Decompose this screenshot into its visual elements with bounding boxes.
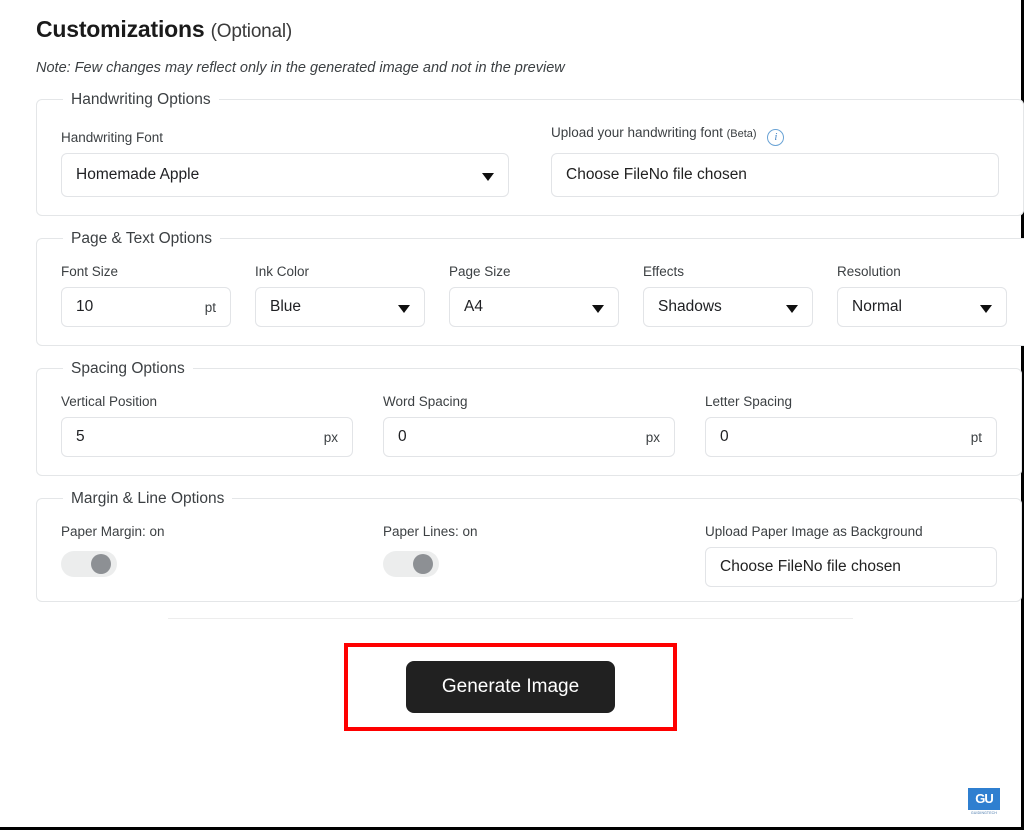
handwriting-font-field: Handwriting Font Homemade Apple [61,129,509,197]
page-text-options-section: Page & Text Options Font Size 10 pt Ink … [36,229,1024,346]
beta-badge: (Beta) [726,128,757,140]
word-spacing-input[interactable]: 0 px [383,417,675,457]
handwriting-font-value: Homemade Apple [76,166,200,183]
page-size-value: A4 [464,298,483,315]
effects-value: Shadows [658,298,722,315]
generate-image-highlight: Generate Image [343,643,678,731]
paper-background-file-input[interactable]: Choose FileNo file chosen [705,547,997,587]
footer-divider [168,618,853,619]
watermark-mark: GU [968,787,1000,810]
vertical-position-input[interactable]: 5 px [61,417,353,457]
letter-spacing-label: Letter Spacing [705,394,793,409]
ink-color-label: Ink Color [255,264,310,279]
handwriting-font-file-value: Choose FileNo file chosen [566,166,747,183]
effects-field: Effects Shadows [643,263,813,327]
resolution-select[interactable]: Normal [837,287,1007,327]
page-text-options-legend: Page & Text Options [63,229,221,248]
font-size-unit: pt [204,299,216,315]
paper-background-label: Upload Paper Image as Background [705,524,923,539]
page-title: Customizations (Optional) [28,14,993,47]
paper-lines-field: Paper Lines: on [383,523,675,577]
customizations-panel: Customizations (Optional) Note: Few chan… [0,0,1024,827]
margin-line-options-section: Margin & Line Options Paper Margin: on P… [36,489,1022,602]
word-spacing-label: Word Spacing [383,394,468,409]
resolution-value: Normal [852,298,902,315]
chevron-down-icon [482,173,494,181]
spacing-options-section: Spacing Options Vertical Position 5 px W… [36,359,1022,476]
spacing-options-legend: Spacing Options [63,359,193,378]
font-size-value: 10 [76,298,94,315]
resolution-field: Resolution Normal [837,263,1007,327]
vertical-position-unit: px [323,429,338,445]
watermark-logo: GU GUIDINGTECH [966,786,1002,816]
ink-color-value: Blue [270,298,302,315]
info-icon[interactable]: i [767,129,785,146]
chevron-down-icon [786,305,798,313]
note-text: Note: Few changes may reflect only in th… [36,60,565,76]
handwriting-font-file-input[interactable]: Choose FileNo file chosen [551,153,999,197]
resolution-label: Resolution [837,264,901,279]
word-spacing-field: Word Spacing 0 px [383,393,675,457]
handwriting-options-section: Handwriting Options Handwriting Font Hom… [36,90,1024,216]
paper-lines-label: Paper Lines: on [383,524,478,539]
watermark-mark-text: GU [975,791,993,806]
handwriting-upload-label-text: Upload your handwriting font [551,125,723,140]
chevron-down-icon [592,305,604,313]
letter-spacing-field: Letter Spacing 0 pt [705,393,997,457]
paper-margin-field: Paper Margin: on [61,523,353,577]
word-spacing-unit: px [645,429,660,445]
ink-color-field: Ink Color Blue [255,263,425,327]
paper-background-file-value: Choose FileNo file chosen [720,558,901,575]
footer: Generate Image [28,643,993,731]
page-size-select[interactable]: A4 [449,287,619,327]
vertical-position-value: 5 [76,428,85,445]
letter-spacing-unit: pt [970,429,982,445]
generate-image-button[interactable]: Generate Image [405,661,616,713]
chevron-down-icon [398,305,410,313]
page-size-field: Page Size A4 [449,263,619,327]
paper-background-field: Upload Paper Image as Background Choose … [705,523,997,587]
chevron-down-icon [980,305,992,313]
effects-select[interactable]: Shadows [643,287,813,327]
handwriting-upload-label: Upload your handwriting font (Beta) i [551,124,999,146]
paper-margin-toggle[interactable] [61,551,117,577]
margin-line-options-legend: Margin & Line Options [63,489,233,508]
toggle-knob [413,554,433,574]
word-spacing-value: 0 [398,428,407,445]
vertical-position-label: Vertical Position [61,394,158,409]
vertical-position-field: Vertical Position 5 px [61,393,353,457]
handwriting-upload-field: Upload your handwriting font (Beta) i Ch… [551,124,999,197]
letter-spacing-value: 0 [720,428,729,445]
font-size-field: Font Size 10 pt [61,263,231,327]
handwriting-font-select[interactable]: Homemade Apple [61,153,509,197]
page-title-optional: (Optional) [210,21,293,42]
ink-color-select[interactable]: Blue [255,287,425,327]
letter-spacing-input[interactable]: 0 pt [705,417,997,457]
paper-margin-label: Paper Margin: on [61,524,165,539]
handwriting-options-legend: Handwriting Options [63,90,219,109]
font-size-input[interactable]: 10 pt [61,287,231,327]
page-size-label: Page Size [449,264,511,279]
font-size-label: Font Size [61,264,119,279]
effects-label: Effects [643,264,685,279]
handwriting-font-label: Handwriting Font [61,130,164,145]
paper-lines-toggle[interactable] [383,551,439,577]
toggle-knob [91,554,111,574]
page-title-text: Customizations [36,16,205,42]
watermark-caption: GUIDINGTECH [971,810,997,815]
